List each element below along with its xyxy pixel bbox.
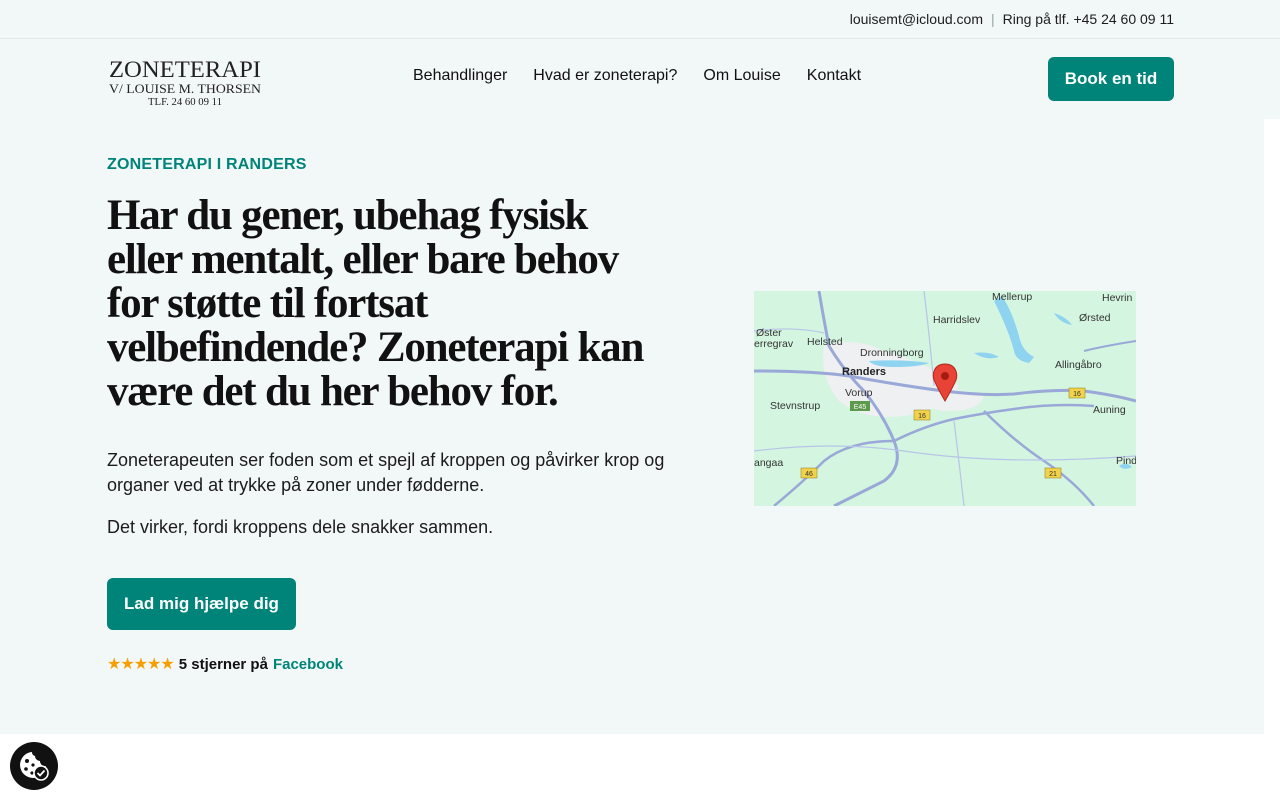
cookie-settings-button[interactable] — [10, 742, 58, 790]
cookie-icon — [20, 752, 49, 781]
svg-text:21: 21 — [1049, 471, 1057, 478]
svg-text:Dronningborg: Dronningborg — [860, 347, 924, 359]
rating-text: 5 stjerner på — [178, 655, 268, 673]
svg-text:Vorup: Vorup — [845, 387, 873, 399]
svg-text:Allingåbro: Allingåbro — [1055, 359, 1102, 371]
rating-row: ★★★★★ 5 stjerner på Facebook — [107, 654, 343, 674]
svg-text:Auning: Auning — [1093, 404, 1126, 416]
site-header: ZONETERAPI V/ LOUISE M. THORSEN TLF. 24 … — [0, 39, 1280, 119]
email-link[interactable]: louisemt@icloud.com — [850, 11, 983, 27]
book-button[interactable]: Book en tid — [1048, 57, 1174, 101]
nav-item-kontakt[interactable]: Kontakt — [807, 67, 861, 85]
hero-paragraph-2: Det virker, fordi kroppens dele snakker … — [107, 517, 494, 537]
svg-text:Helsted: Helsted — [807, 336, 843, 348]
svg-text:Hevrin: Hevrin — [1102, 292, 1133, 304]
facebook-link[interactable]: Facebook — [273, 656, 343, 673]
help-cta-button[interactable]: Lad mig hjælpe dig — [107, 578, 296, 630]
topbar-separator: | — [990, 11, 995, 27]
svg-text:angaa: angaa — [754, 457, 783, 469]
hero-paragraph-1: Zoneterapeuten ser foden som et spejl af… — [107, 450, 665, 495]
top-contact-bar: louisemt@icloud.com | Ring på tlf. +45 2… — [0, 0, 1280, 39]
svg-text:E45: E45 — [854, 404, 867, 411]
hero-section: ZONETERAPI I RANDERS Har du gener, ubeha… — [0, 119, 1264, 734]
svg-text:Stevnstrup: Stevnstrup — [770, 400, 820, 412]
svg-text:Harridslev: Harridslev — [933, 314, 981, 326]
svg-text:Ørsted: Ørsted — [1079, 312, 1111, 324]
svg-text:Pind: Pind — [1116, 455, 1136, 467]
phone-link[interactable]: Ring på tlf. +45 24 60 09 11 — [1003, 11, 1174, 27]
svg-text:46: 46 — [805, 471, 813, 478]
star-rating-icon: ★★★★★ — [107, 656, 175, 673]
site-logo[interactable]: ZONETERAPI V/ LOUISE M. THORSEN TLF. 24 … — [108, 57, 264, 107]
nav-item-om-louise[interactable]: Om Louise — [703, 67, 780, 85]
location-map[interactable]: E45 16 16 46 21 Mellerup Hevrin Harridsl… — [754, 291, 1136, 506]
nav-item-behandlinger[interactable]: Behandlinger — [413, 67, 507, 85]
svg-text:16: 16 — [1073, 391, 1081, 398]
nav-item-hvad-er-zoneterapi[interactable]: Hvad er zoneterapi? — [533, 67, 677, 85]
main-nav: Behandlinger Hvad er zoneterapi? Om Loui… — [413, 67, 861, 85]
svg-text:erregrav: erregrav — [754, 338, 794, 350]
map-graphic: E45 16 16 46 21 Mellerup Hevrin Harridsl… — [754, 291, 1136, 506]
logo-title: ZONETERAPI — [109, 57, 261, 82]
svg-text:Randers: Randers — [842, 366, 886, 378]
logo-phone: TLF. 24 60 09 11 — [148, 97, 222, 107]
hero-headline: Har du gener, ubehag fysisk eller mental… — [107, 192, 644, 415]
svg-text:16: 16 — [918, 413, 926, 420]
page-gutter — [1264, 119, 1280, 734]
logo-subtitle: V/ LOUISE M. THORSEN — [109, 81, 262, 96]
hero-eyebrow: ZONETERAPI I RANDERS — [107, 156, 307, 173]
svg-text:Mellerup: Mellerup — [992, 291, 1032, 303]
